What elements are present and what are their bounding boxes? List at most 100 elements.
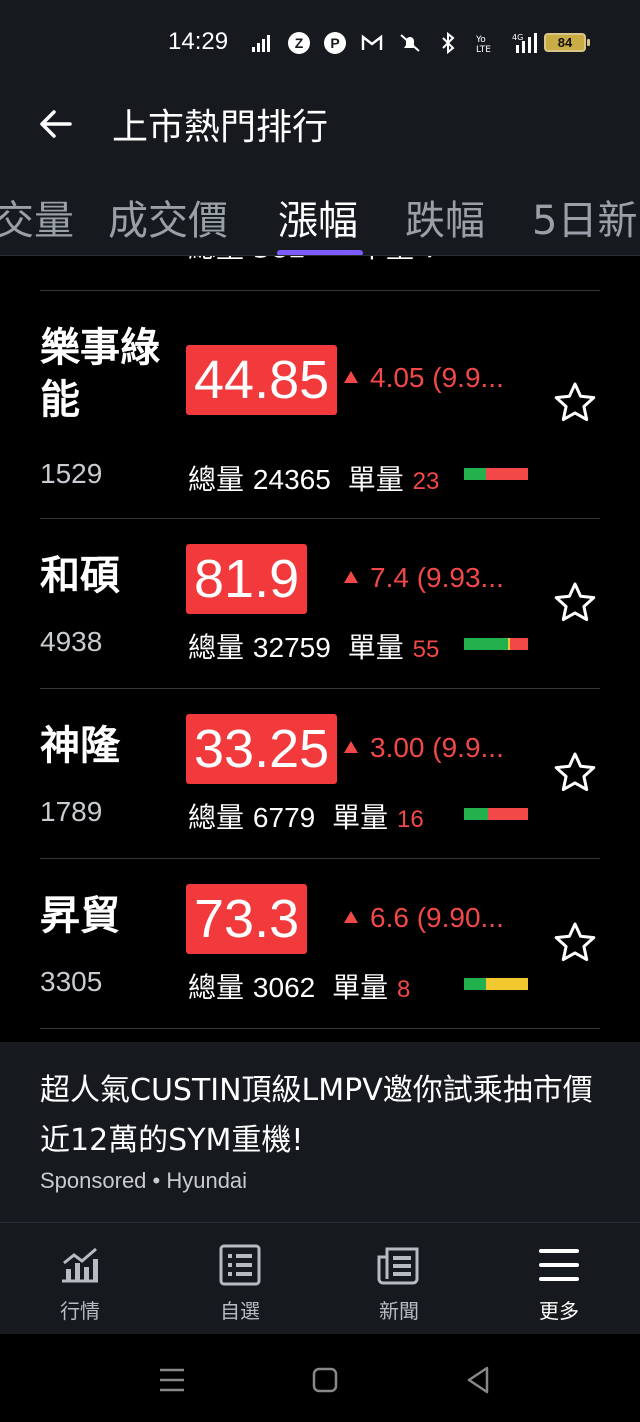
volte-icon: Yo LTE: [474, 31, 498, 55]
menu-icon: [539, 1249, 579, 1281]
stock-code: 1789: [40, 796, 103, 827]
volume-value: 32759: [252, 632, 331, 663]
change-value: 3.00 (9.9...: [370, 732, 504, 763]
volume-label: 總量: [188, 463, 245, 496]
bluetooth-icon: [436, 31, 460, 55]
signal-bars-icon: [250, 31, 274, 55]
list-item-stock[interactable]: 和碩 4938 81.9 7.4 (9.93... 總量 32759 單量 55: [0, 520, 640, 690]
tab-5day-new[interactable]: 5日新: [532, 188, 637, 246]
tab-gain[interactable]: 漲幅: [278, 188, 358, 246]
list-item-stock[interactable]: 神隆 1789 33.25 3.00 (9.9... 總量 6779 單量 16: [0, 690, 640, 860]
svg-text:4G: 4G: [512, 33, 523, 42]
volume-value: 24365: [252, 464, 331, 495]
p-icon: P: [324, 32, 346, 54]
buy-sell-bar: [464, 468, 528, 480]
unit-volume-label: 單量: [332, 801, 389, 834]
stock-code: 4938: [40, 626, 103, 657]
back-button[interactable]: [34, 102, 78, 146]
chart-icon: [62, 1247, 98, 1283]
buy-sell-bar: [464, 808, 528, 820]
star-icon[interactable]: [552, 580, 598, 626]
price-badge: 44.85: [186, 345, 338, 415]
divider: [40, 1028, 600, 1029]
volume-label: 總量: [188, 971, 245, 1004]
tab-volume[interactable]: 交量: [0, 188, 74, 246]
unit-volume-text: 單量 7: [358, 256, 441, 266]
ad-sponsor: Sponsored • Hyundai: [40, 1168, 248, 1193]
nav-market[interactable]: 行情: [40, 1241, 120, 1324]
unit-volume-label: 單量: [347, 631, 404, 664]
price-badge: 33.25: [186, 714, 338, 784]
divider: [40, 688, 600, 689]
up-triangle-icon: [344, 911, 358, 923]
volume-line: 總量 32759 單量 55: [188, 626, 439, 666]
nav-watchlist[interactable]: 自選: [200, 1241, 280, 1324]
back-nav-icon[interactable]: [460, 1362, 496, 1398]
unit-volume-value: 55: [412, 636, 440, 663]
up-triangle-icon: [344, 741, 358, 753]
battery-indicator: 84: [544, 33, 590, 52]
stock-code: 0790: [44, 256, 115, 259]
stock-list[interactable]: 0790 總量 382 單量 7 樂事綠能 1529 44.85 4.05 (9…: [0, 256, 640, 1040]
volume-text: 總量 382: [188, 256, 306, 266]
up-triangle-icon: [344, 371, 358, 383]
svg-text:LTE: LTE: [476, 45, 491, 55]
up-triangle-icon: [344, 571, 358, 583]
unit-volume-label: 單量: [332, 971, 389, 1004]
sponsored-ad[interactable]: 超人氣CUSTIN頂級LMPV邀你試乘抽市價近12萬的SYM重機! Sponso…: [0, 1042, 640, 1222]
nav-label: 新聞: [379, 1299, 419, 1323]
list-item-stock[interactable]: 樂事綠能 1529 44.85 4.05 (9.9... 總量 24365 單量…: [0, 292, 640, 518]
divider: [40, 518, 600, 519]
tab-loss[interactable]: 跌幅: [405, 188, 485, 246]
nav-more[interactable]: 更多: [519, 1241, 599, 1324]
svg-text:Yo: Yo: [475, 35, 486, 45]
recents-icon[interactable]: [154, 1362, 190, 1398]
gmail-icon: [360, 31, 384, 55]
stock-name: 樂事綠能: [40, 325, 160, 423]
arrow-left-icon: [40, 110, 72, 138]
volume-value: 3062: [252, 972, 316, 1003]
stock-code: 1529: [40, 458, 103, 489]
4g-signal-icon: 4G: [512, 31, 546, 55]
stock-code: 3305: [40, 966, 103, 997]
bar-segment-buy: [464, 468, 487, 480]
home-icon[interactable]: [307, 1362, 343, 1398]
star-icon[interactable]: [552, 750, 598, 796]
unit-volume-value: 8: [397, 976, 411, 1003]
bottom-nav: 行情 自選 新聞 更多: [0, 1222, 640, 1334]
volume-line: 總量 6779 單量 16: [188, 796, 424, 836]
change-text: 3.00 (9.9...: [344, 732, 504, 764]
status-icons: Z P Yo LTE 4G: [250, 28, 546, 58]
stock-name: 神隆: [40, 723, 120, 769]
change-value: 4.05 (9.9...: [370, 362, 504, 393]
system-nav-bar: [0, 1334, 640, 1422]
news-icon: [377, 1247, 419, 1285]
list-item-stock[interactable]: 昇貿 3305 73.3 6.6 (9.90... 總量 3062 單量 8: [0, 860, 640, 1030]
volume-label: 總量: [188, 631, 245, 664]
app-icon: Z: [288, 32, 310, 54]
buy-sell-bar: [464, 638, 528, 650]
volume-line: 總量 24365 單量 23: [188, 458, 439, 498]
app-header: 上市熱門排行: [0, 84, 640, 164]
divider: [40, 290, 600, 291]
price-badge: 73.3: [186, 884, 308, 954]
unit-volume-value: 23: [412, 468, 440, 495]
nav-label: 行情: [60, 1299, 100, 1323]
volume-label: 總量: [188, 801, 245, 834]
nav-label: 更多: [539, 1299, 579, 1323]
status-bar: 14:29 Z P Yo LTE 4G 84: [0, 0, 640, 84]
status-time: 14:29: [168, 28, 229, 55]
divider: [40, 858, 600, 859]
tab-price[interactable]: 成交價: [108, 188, 228, 246]
volume-line: 總量 3062 單量 8: [188, 966, 410, 1006]
star-icon[interactable]: [552, 380, 598, 426]
ad-title[interactable]: 超人氣CUSTIN頂級LMPV邀你試乘抽市價近12萬的SYM重機!: [40, 1066, 600, 1166]
nav-news[interactable]: 新聞: [359, 1241, 439, 1324]
list-item-partial[interactable]: 0790 總量 382 單量 7: [0, 256, 640, 286]
change-text: 4.05 (9.9...: [344, 362, 504, 394]
tab-bar: 交量 成交價 漲幅 跌幅 5日新: [0, 164, 640, 256]
volume-value: 6779: [252, 802, 316, 833]
star-icon[interactable]: [552, 920, 598, 966]
change-value: 6.6 (9.90...: [370, 902, 504, 933]
change-text: 7.4 (9.93...: [344, 562, 504, 594]
